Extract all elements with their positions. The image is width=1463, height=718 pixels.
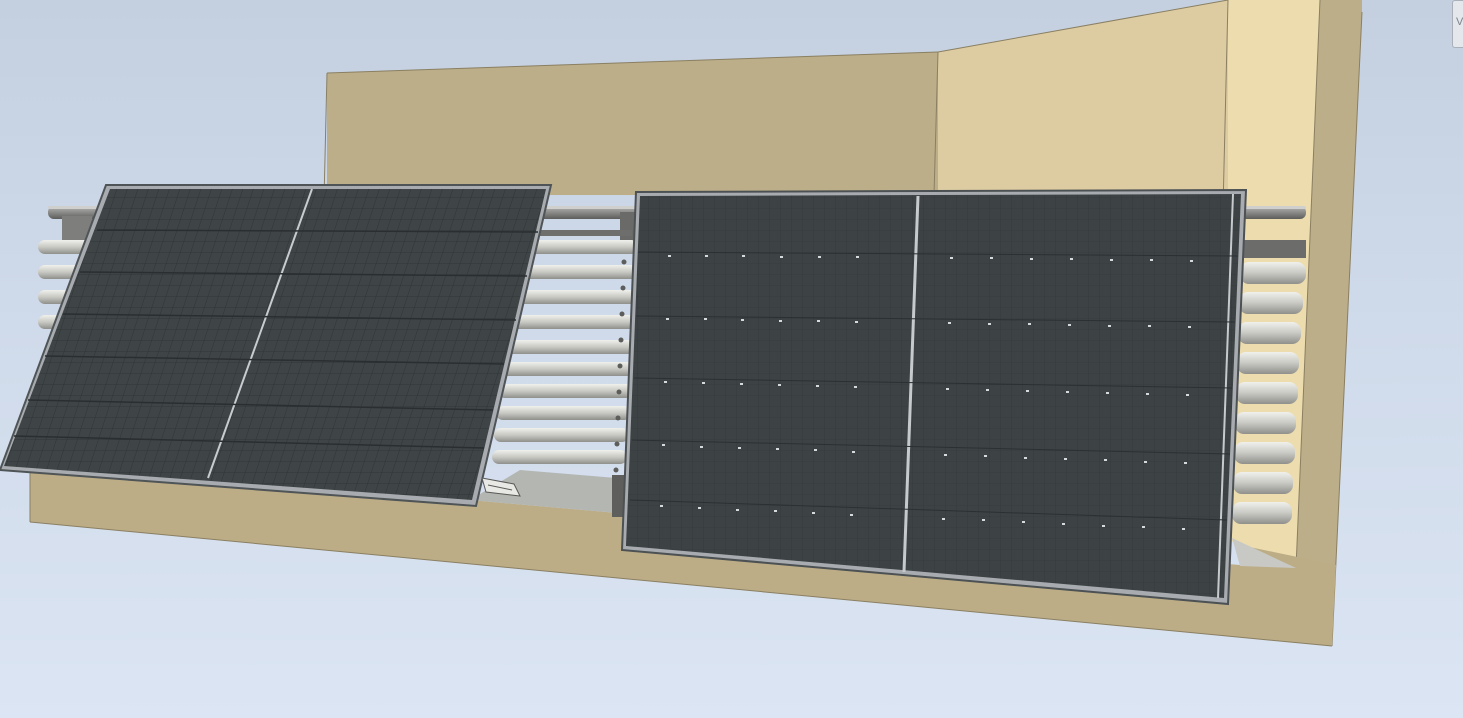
model-viewport[interactable]: V	[0, 0, 1463, 718]
viewcube-icon[interactable]: V	[1452, 0, 1463, 48]
right-solar-panel	[620, 188, 1248, 606]
balcony-solar-model[interactable]	[0, 0, 1463, 718]
viewcube-glyph: V	[1456, 16, 1463, 28]
